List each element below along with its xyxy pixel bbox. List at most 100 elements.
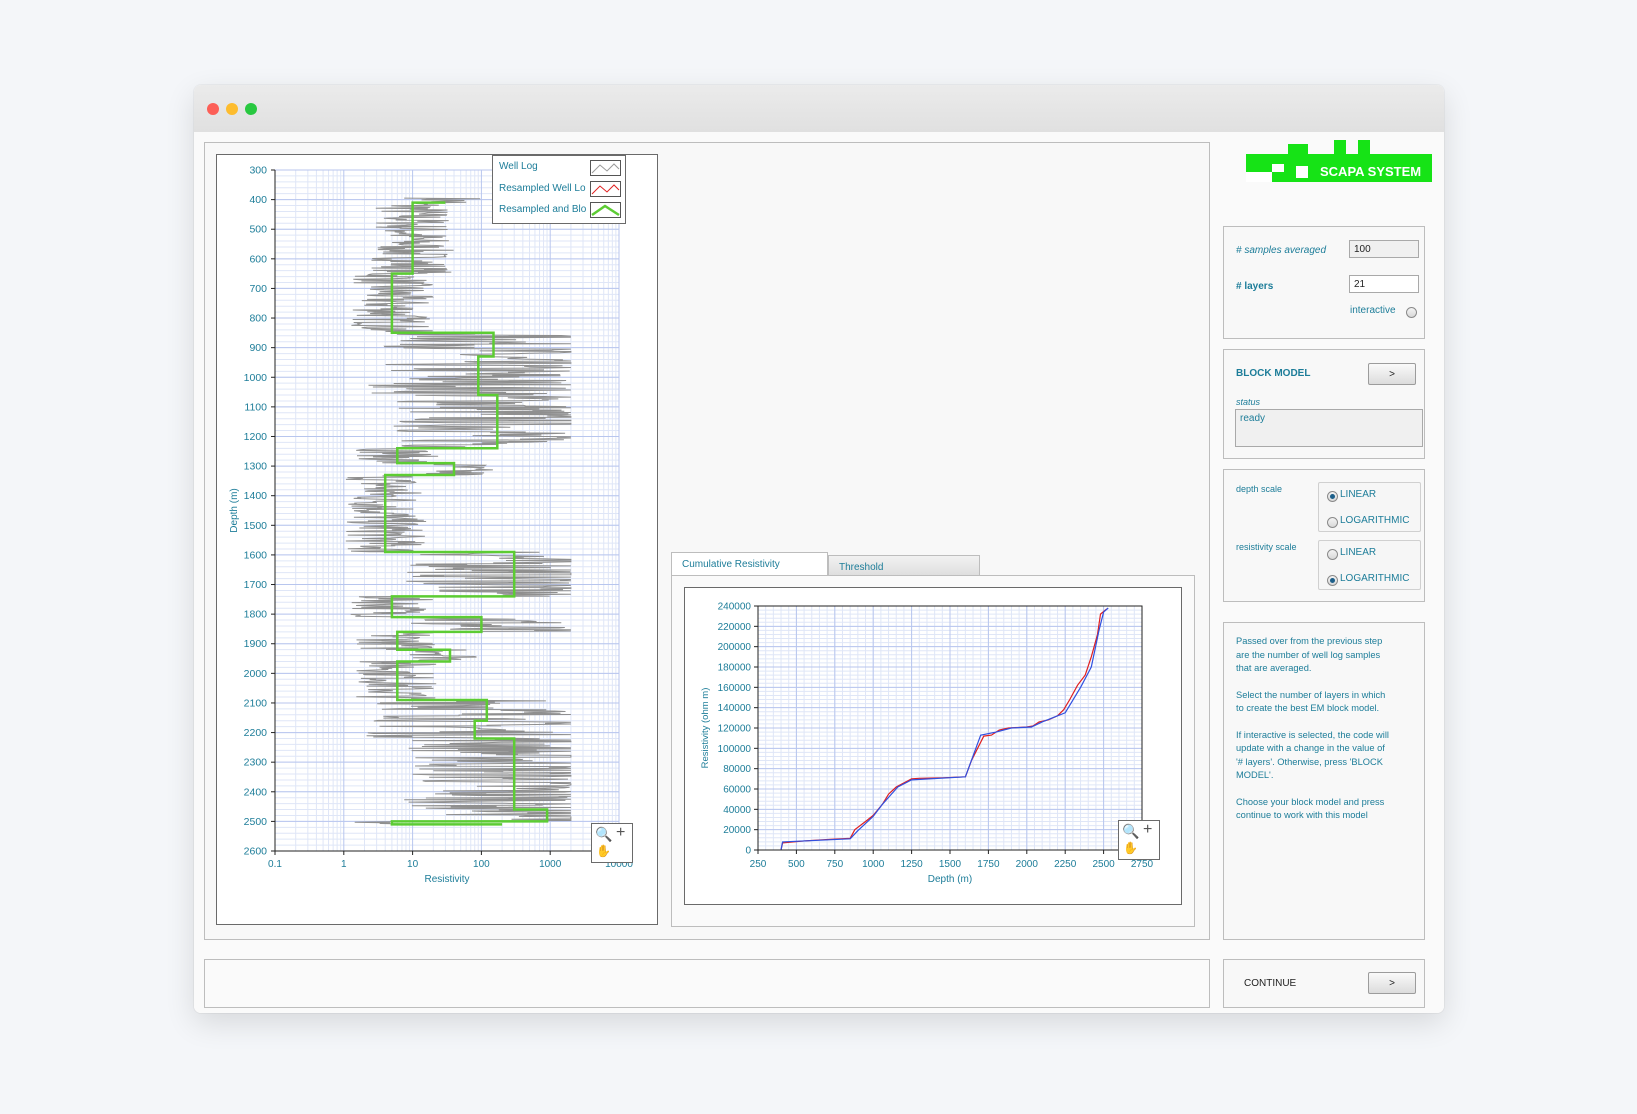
layers-field[interactable] bbox=[1349, 275, 1419, 293]
depth-linear-label: LINEAR bbox=[1340, 489, 1377, 500]
y-tick-label: 900 bbox=[249, 342, 267, 354]
well-log-legend: Well Log Resampled Well Lo Resampled and… bbox=[492, 155, 626, 224]
help-line: to create the best EM block model. bbox=[1236, 703, 1380, 713]
x-tick-label: 1750 bbox=[977, 859, 1000, 870]
help-paragraph: If interactive is selected, the code wil… bbox=[1236, 729, 1418, 783]
y-tick-label: 2000 bbox=[244, 668, 268, 680]
status-label: status bbox=[1236, 397, 1261, 407]
y-tick-label: 1900 bbox=[244, 638, 268, 650]
help-line: If interactive is selected, the code wil… bbox=[1236, 729, 1389, 740]
interactive-toggle[interactable] bbox=[1406, 307, 1417, 318]
depth-scale-label: depth scale bbox=[1236, 484, 1283, 494]
help-paragraph: Passed over from the previous step are th… bbox=[1236, 635, 1418, 676]
legend-swatch-blocked bbox=[590, 202, 621, 218]
layers-label: # layers bbox=[1236, 281, 1274, 292]
samples-averaged-field[interactable] bbox=[1349, 240, 1419, 258]
close-window-button[interactable] bbox=[207, 103, 219, 115]
y-tick-label: 1500 bbox=[244, 520, 268, 532]
y-tick-label: 1300 bbox=[244, 461, 268, 473]
y-tick-label: 1100 bbox=[244, 401, 267, 413]
zoom-icon[interactable]: 🔍 bbox=[595, 826, 612, 843]
well-log-trace bbox=[345, 197, 572, 825]
y-tick-label: 240000 bbox=[718, 602, 752, 613]
y-tick-label: 160000 bbox=[718, 683, 752, 694]
help-line: Passed over from the previous step bbox=[1236, 636, 1383, 646]
x-tick-label: 250 bbox=[750, 859, 767, 870]
plus-icon[interactable]: + bbox=[1143, 821, 1152, 839]
logo-graphic bbox=[1246, 140, 1432, 182]
tab-cumulative-resistivity[interactable]: Cumulative Resistivity bbox=[671, 552, 828, 576]
cumulative-resistivity-chart[interactable]: 0 20000 40000 60000 80000 100000 120000 140000 1… bbox=[685, 588, 1181, 904]
maximize-window-button[interactable] bbox=[245, 103, 257, 115]
y-tick-label: 500 bbox=[249, 224, 267, 236]
y-tick-label: 400 bbox=[249, 194, 267, 206]
resistivity-scale-group: LINEAR LOGARITHMIC bbox=[1318, 540, 1421, 590]
x-tick-label: 1000 bbox=[539, 859, 562, 870]
app-window: 300 400 500 600 700 800 900 1000 1100 1200 1300 140… bbox=[194, 85, 1444, 1013]
x-tick-label: 1000 bbox=[862, 859, 885, 870]
x-tick-label: 1 bbox=[341, 859, 347, 870]
title-bar bbox=[194, 85, 1444, 133]
x-tick-label: 2500 bbox=[1092, 859, 1115, 870]
help-paragraph: Select the number of layers in which to c… bbox=[1236, 689, 1418, 716]
app-content: 300 400 500 600 700 800 900 1000 1100 1200 1300 140… bbox=[194, 132, 1444, 1013]
well-log-tools: 🔍 + ✋ bbox=[591, 823, 633, 863]
parameters-panel: # samples averaged # layers interactive bbox=[1223, 226, 1425, 339]
scales-panel: depth scale LINEAR LOGARITHMIC resistivi… bbox=[1223, 469, 1425, 602]
help-text: Passed over from the previous step are th… bbox=[1236, 635, 1418, 836]
help-panel: Passed over from the previous step are th… bbox=[1223, 622, 1425, 940]
y-tick-label: 40000 bbox=[723, 805, 751, 816]
scapa-logo: SCAPA SYSTEM bbox=[1246, 140, 1432, 186]
message-bar bbox=[204, 959, 1210, 1008]
y-tick-label: 1700 bbox=[244, 579, 268, 591]
y-tick-label: 220000 bbox=[718, 622, 752, 633]
x-tick-label: 2000 bbox=[1016, 859, 1039, 870]
y-tick-label: 600 bbox=[249, 253, 267, 265]
resistivity-linear-radio[interactable] bbox=[1327, 549, 1338, 560]
x-tick-label: 100 bbox=[473, 859, 490, 870]
y-tick-label: 180000 bbox=[718, 663, 752, 674]
y-tick-label: 2400 bbox=[244, 786, 268, 798]
resistivity-log-radio[interactable] bbox=[1327, 575, 1338, 586]
help-line: MODEL'. bbox=[1236, 770, 1274, 780]
well-log-chart[interactable]: 3004005006007008009001000110012001300140… bbox=[217, 155, 657, 924]
cumulative-tools: 🔍 + ✋ bbox=[1118, 820, 1160, 860]
depth-linear-radio[interactable] bbox=[1327, 491, 1338, 502]
plus-icon[interactable]: + bbox=[616, 824, 625, 842]
y-tick-label: 140000 bbox=[718, 703, 752, 714]
x-tick-label: 0.1 bbox=[268, 859, 282, 870]
x-tick-label: 500 bbox=[788, 859, 805, 870]
y-tick-label: 120000 bbox=[718, 724, 752, 735]
block-model-panel: BLOCK MODEL > status ready bbox=[1223, 349, 1425, 459]
help-line: Choose your block model and press bbox=[1236, 796, 1385, 807]
legend-item-blocked: Resampled and Blo bbox=[499, 204, 587, 215]
y-tick-label: 1800 bbox=[244, 609, 268, 621]
continue-button[interactable]: > bbox=[1368, 972, 1416, 994]
y-axis-label: Depth (m) bbox=[229, 488, 240, 532]
minimize-window-button[interactable] bbox=[226, 103, 238, 115]
help-line: update with a change in the value of bbox=[1236, 743, 1385, 753]
block-model-button[interactable]: > bbox=[1368, 363, 1416, 385]
zoom-icon[interactable]: 🔍 bbox=[1122, 823, 1139, 840]
y-tick-label: 2300 bbox=[244, 757, 268, 769]
depth-scale-group: LINEAR LOGARITHMIC bbox=[1318, 482, 1421, 532]
depth-log-radio[interactable] bbox=[1327, 517, 1338, 528]
y-tick-label: 700 bbox=[249, 283, 267, 295]
legend-swatch-resampled bbox=[590, 181, 621, 197]
pan-hand-icon[interactable]: ✋ bbox=[1123, 841, 1138, 855]
y-tick-label: 2600 bbox=[244, 846, 268, 858]
x-tick-label: 2250 bbox=[1054, 859, 1077, 870]
help-line: '# layers'. Otherwise, press 'BLOCK bbox=[1236, 756, 1383, 767]
y-tick-label: 2200 bbox=[244, 727, 268, 739]
pan-hand-icon[interactable]: ✋ bbox=[596, 844, 611, 858]
y-tick-label: 80000 bbox=[723, 764, 751, 775]
x-tick-label: 1250 bbox=[900, 859, 923, 870]
help-line: that are averaged. bbox=[1236, 663, 1312, 673]
cumulative-tab-panel: 0 20000 40000 60000 80000 100000 120000 140000 1… bbox=[671, 575, 1195, 927]
y-axis-label: Resistivity (ohm m) bbox=[700, 688, 711, 769]
y-tick-label: 1200 bbox=[244, 431, 268, 443]
y-tick-label: 1000 bbox=[244, 372, 268, 384]
help-paragraph: Choose your block model and press continu… bbox=[1236, 796, 1418, 823]
x-tick-label: 1500 bbox=[939, 859, 962, 870]
help-line: are the number of well log samples bbox=[1236, 649, 1381, 660]
